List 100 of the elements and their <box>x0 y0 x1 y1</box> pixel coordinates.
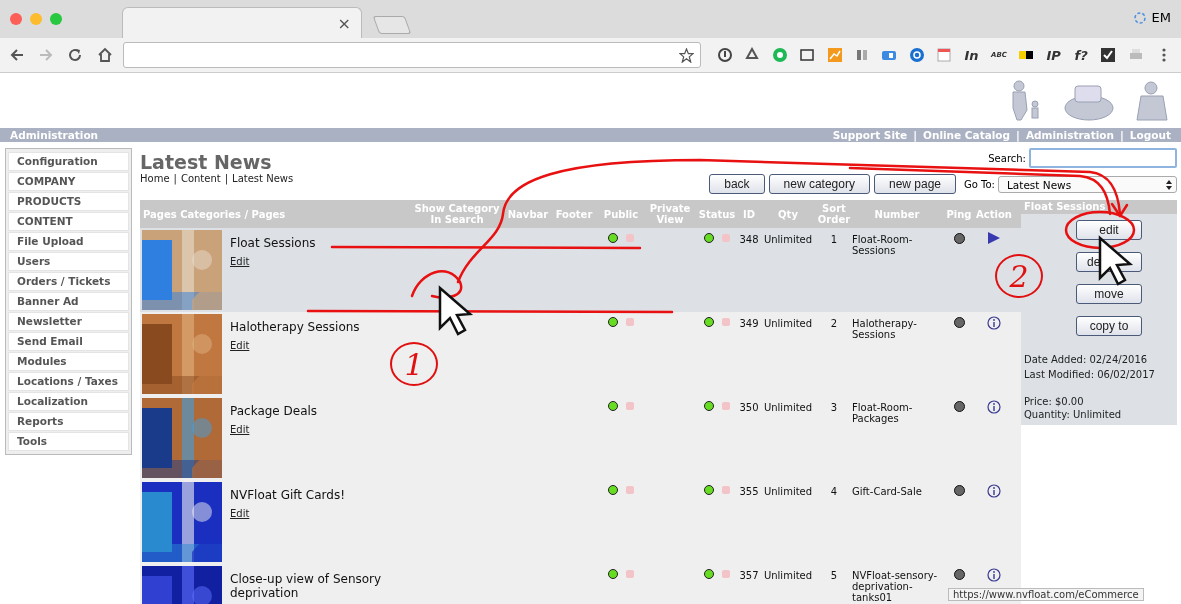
sidebar-item[interactable]: Tools <box>8 432 129 451</box>
ping-dot[interactable] <box>953 401 965 412</box>
toolbar-button[interactable]: back <box>709 174 765 194</box>
sort-cell-text: 5 <box>829 570 839 581</box>
ping-dot[interactable] <box>953 317 965 328</box>
info-icon[interactable] <box>987 316 1001 330</box>
breadcrumb-link[interactable]: Content <box>180 173 221 184</box>
id-cell: 350 <box>738 402 760 413</box>
number-cell-text: NVFloat-sensory-deprivation-tanks01 <box>852 570 939 603</box>
sidebar-item[interactable]: File Upload <box>8 232 129 251</box>
toolbar-button[interactable]: new page <box>873 174 956 194</box>
status-dot[interactable] <box>704 317 714 327</box>
public-dot[interactable] <box>608 317 618 327</box>
step-number: 1 <box>390 342 438 386</box>
date-added: Date Added: 02/24/2016 <box>1023 353 1149 367</box>
sort-cell-text: 2 <box>829 318 839 329</box>
edit-link[interactable]: Edit <box>230 340 250 351</box>
panel-button[interactable]: edit <box>1076 220 1142 240</box>
edit-link[interactable]: Edit <box>230 508 250 519</box>
separator: | <box>1120 129 1124 141</box>
page-name: Float Sessions <box>230 236 317 250</box>
page-name: NVFloat Gift Cards! <box>230 488 346 502</box>
sidebar-item[interactable]: Orders / Tickets <box>8 272 129 291</box>
step-number: 2 <box>995 254 1043 298</box>
admin-title: Administration <box>10 129 99 141</box>
page-name: Halotherapy Sessions <box>230 320 361 334</box>
qty-cell-text: Unlimited <box>762 318 814 329</box>
play-icon[interactable] <box>988 232 1000 244</box>
id-cell: 357 <box>738 570 760 581</box>
page-name: Close-up view of Sensory deprivation <box>230 572 383 600</box>
sort-cell-text: 4 <box>829 486 839 497</box>
sidebar-item[interactable]: Users <box>8 252 129 271</box>
tab-close-button[interactable]: × <box>337 13 351 33</box>
toolbar-button[interactable]: new category <box>768 174 870 194</box>
panel-button[interactable]: move <box>1076 284 1142 304</box>
sort-cell-text: 1 <box>829 234 839 245</box>
profile-button[interactable]: EM <box>1133 10 1171 25</box>
info-icon[interactable] <box>987 568 1001 582</box>
qty-cell-text: Unlimited <box>762 486 814 497</box>
cursor-icon <box>1098 235 1134 286</box>
number-cell-text: Halotherapy-Sessions <box>852 318 918 340</box>
address-field[interactable] <box>123 42 702 68</box>
id-cell: 348 <box>738 234 760 245</box>
sync-icon <box>1133 11 1146 24</box>
status-url: https://www.nvfloat.com/eCommerce <box>948 588 1144 601</box>
id-cell: 355 <box>738 486 760 497</box>
id-cell: 349 <box>738 318 760 329</box>
panel-button[interactable]: copy to <box>1076 316 1142 336</box>
sidebar-item[interactable]: Reports <box>8 412 129 431</box>
goto-label: Go To: <box>964 179 995 190</box>
table-row[interactable]: Package Deals Edit 350 Unlimited 3 Float-Room-Packages <box>140 396 1021 480</box>
ping-dot[interactable] <box>953 569 965 580</box>
sidebar-item[interactable]: Configuration <box>8 152 129 171</box>
quantity-text: Quantity: Unlimited <box>1023 409 1123 421</box>
status-dot[interactable] <box>704 485 714 495</box>
sidebar-item[interactable]: Locations / Taxes <box>8 372 129 391</box>
page-name: Package Deals <box>230 404 319 418</box>
public-dot[interactable] <box>608 569 618 579</box>
status-dot[interactable] <box>704 233 714 243</box>
last-modified: Last Modified: 06/02/2017 <box>1023 368 1156 382</box>
table-row[interactable]: NVFloat Gift Cards! Edit 355 Unlimited 4 Gift-Card-Sale <box>140 480 1021 564</box>
sidebar-item[interactable]: Newsletter <box>8 312 129 331</box>
star-icon[interactable] <box>679 47 695 63</box>
public-dot[interactable] <box>608 485 618 495</box>
qty-cell-text: Unlimited <box>762 234 814 245</box>
price-text: Price: $0.00 <box>1023 395 1085 409</box>
sidebar-item[interactable]: PRODUCTS <box>8 192 129 211</box>
sidebar-item[interactable]: Banner Ad <box>8 292 129 311</box>
separator: | <box>913 129 917 141</box>
number-cell-text: Float-Room-Packages <box>852 402 914 424</box>
public-dot[interactable] <box>608 233 618 243</box>
separator: | <box>1016 129 1020 141</box>
goto-select[interactable]: Latest News <box>998 176 1177 193</box>
number-cell-text: Float-Room-Sessions <box>852 234 914 256</box>
status-dot[interactable] <box>704 401 714 411</box>
dropdown-arrows-icon <box>1166 179 1172 190</box>
search-field[interactable] <box>1029 148 1177 168</box>
cursor-icon <box>438 285 474 336</box>
sidebar-item[interactable]: CONTENT <box>8 212 129 231</box>
sort-cell-text: 3 <box>829 402 839 413</box>
status-dot[interactable] <box>704 569 714 579</box>
public-dot[interactable] <box>608 401 618 411</box>
search-label: Search: <box>988 152 1026 164</box>
info-icon[interactable] <box>987 484 1001 498</box>
browser-tab[interactable]: × <box>122 7 362 38</box>
edit-link[interactable]: Edit <box>230 424 250 435</box>
sidebar-item[interactable]: COMPANY <box>8 172 129 191</box>
separator: | <box>224 173 229 184</box>
edit-link[interactable]: Edit <box>230 256 250 267</box>
qty-cell-text: Unlimited <box>762 570 814 581</box>
sidebar-item[interactable]: Modules <box>8 352 129 371</box>
ping-dot[interactable] <box>953 485 965 496</box>
number-cell-text: Gift-Card-Sale <box>852 486 923 497</box>
sidebar-item[interactable]: Send Email <box>8 332 129 351</box>
breadcrumb-link[interactable]: Latest News <box>232 173 294 184</box>
info-icon[interactable] <box>987 400 1001 414</box>
breadcrumb-link[interactable]: Home <box>140 173 170 184</box>
annotation-circle <box>1064 210 1136 250</box>
sidebar-item[interactable]: Localization <box>8 392 129 411</box>
ping-dot[interactable] <box>953 233 965 244</box>
